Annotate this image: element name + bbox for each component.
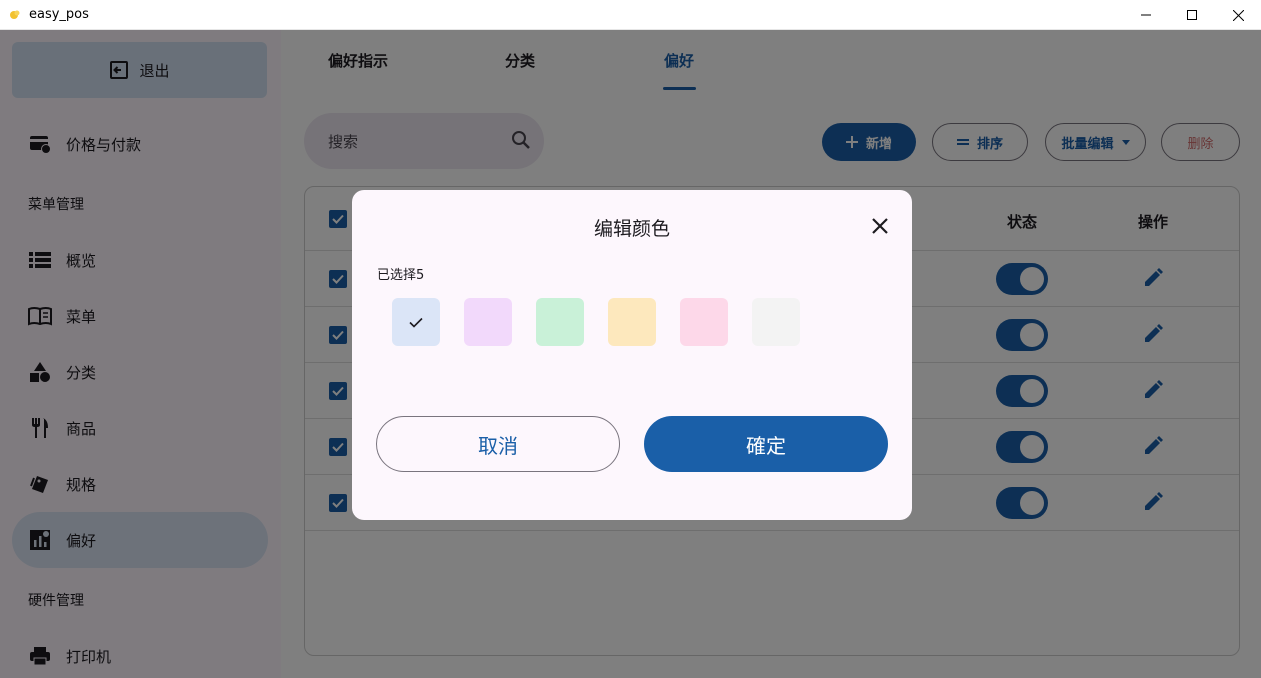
confirm-button[interactable]: 確定 bbox=[644, 416, 888, 472]
maximize-icon bbox=[1187, 10, 1197, 20]
minimize-icon bbox=[1141, 14, 1151, 16]
close-icon[interactable] bbox=[870, 216, 890, 236]
maximize-button[interactable] bbox=[1169, 0, 1215, 30]
app-logo-icon bbox=[10, 10, 20, 19]
cancel-button[interactable]: 取消 bbox=[376, 416, 620, 472]
window-controls bbox=[1123, 0, 1261, 30]
color-swatch-pink[interactable] bbox=[680, 298, 728, 346]
confirm-label: 確定 bbox=[746, 433, 786, 458]
color-swatch-blue[interactable] bbox=[392, 298, 440, 346]
window-title: easy_pos bbox=[29, 7, 89, 22]
color-swatch-orange[interactable] bbox=[608, 298, 656, 346]
dialog-title: 编辑颜色 bbox=[593, 218, 670, 240]
cancel-label: 取消 bbox=[478, 433, 518, 458]
color-swatch-green[interactable] bbox=[536, 298, 584, 346]
edit-color-dialog: 编辑颜色 已选择5 取消 確定 bbox=[352, 190, 912, 520]
close-icon bbox=[1232, 9, 1244, 21]
title-bar: easy_pos bbox=[0, 0, 1261, 30]
close-window-button[interactable] bbox=[1215, 0, 1261, 30]
color-swatch-gray[interactable] bbox=[752, 298, 800, 346]
color-swatch-purple[interactable] bbox=[464, 298, 512, 346]
check-icon bbox=[409, 317, 423, 328]
minimize-button[interactable] bbox=[1123, 0, 1169, 30]
selected-count-text: 已选择5 bbox=[377, 268, 425, 283]
